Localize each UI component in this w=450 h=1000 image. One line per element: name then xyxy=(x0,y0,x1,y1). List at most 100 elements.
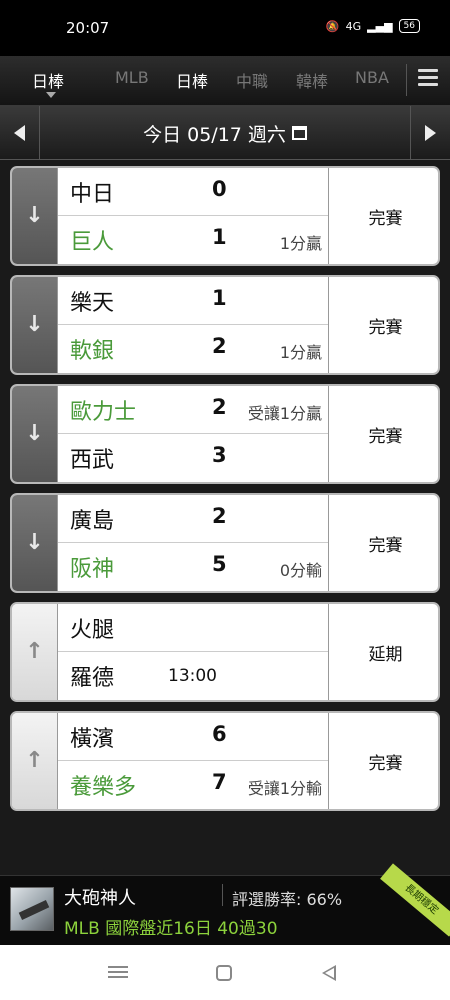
team-result: 1分贏 xyxy=(279,234,322,253)
next-day-button[interactable] xyxy=(410,106,450,160)
calendar-icon xyxy=(291,126,307,140)
team-name: 軟銀 xyxy=(70,339,115,364)
signal-icon: ▂▄▆ xyxy=(367,19,393,33)
team-name: 阪神 xyxy=(70,557,115,582)
home-team-row: 羅德 13:00 xyxy=(58,652,328,700)
away-team-row: 火腿 xyxy=(58,604,328,652)
arrow-up-icon: ↑ xyxy=(25,748,44,773)
team-result: 0分輸 xyxy=(279,561,322,580)
away-team-row: 中日 0 xyxy=(58,168,328,216)
divider xyxy=(406,64,407,96)
arrow-left-icon xyxy=(14,125,25,141)
team-score: 1 xyxy=(212,286,227,310)
expert-name: 大砲神人 xyxy=(64,888,136,909)
status-bar: 20:07 🔕 4G ▂▄▆ 56 xyxy=(0,0,450,56)
team-score: 6 xyxy=(212,722,227,746)
tab-league-5[interactable]: NBA xyxy=(355,68,389,87)
expert-record: MLB 國際盤近16日 40過30 xyxy=(64,919,278,939)
team-score: 2 xyxy=(212,334,227,358)
date-bar: 今日 05/17 週六 xyxy=(0,106,450,160)
arrow-down-icon: ↓ xyxy=(25,312,44,337)
avatar xyxy=(10,887,54,931)
expand-toggle[interactable]: ↑ xyxy=(12,604,58,700)
game-card[interactable]: ↓ 廣島 2 阪神 5 0分輸 完賽 xyxy=(10,493,440,593)
home-team-row: 巨人 1 1分贏 xyxy=(58,216,328,264)
date-selector[interactable]: 今日 05/17 週六 xyxy=(40,106,410,160)
tab-league-3[interactable]: 中職 xyxy=(236,68,268,92)
divider xyxy=(222,884,223,906)
team-name: 火腿 xyxy=(70,618,115,643)
expand-toggle[interactable]: ↓ xyxy=(12,168,58,264)
team-name: 中日 xyxy=(70,182,115,207)
game-status: 完賽 xyxy=(328,386,438,482)
battery-icon: 56 xyxy=(398,19,420,33)
arrow-down-icon: ↓ xyxy=(25,530,44,555)
recent-apps-button[interactable] xyxy=(108,963,128,983)
network-icon: 4G xyxy=(345,19,362,33)
tab-league-4[interactable]: 韓棒 xyxy=(296,68,328,92)
league-tab-bar: 日棒 MLB 日棒 中職 韓棒 NBA xyxy=(0,56,450,106)
team-name: 廣島 xyxy=(70,509,115,534)
game-card[interactable]: ↓ 中日 0 巨人 1 1分贏 完賽 xyxy=(10,166,440,266)
expert-banner[interactable]: 大砲神人 評選勝率: 66% MLB 國際盤近16日 40過30 長期穩定 xyxy=(0,863,450,945)
team-result: 受讓1分輸 xyxy=(247,779,322,798)
team-name: 巨人 xyxy=(70,230,115,255)
ribbon-badge: 長期穩定 xyxy=(380,863,450,937)
team-score: 5 xyxy=(212,552,227,576)
home-team-row: 養樂多 7 受讓1分輸 xyxy=(58,761,328,809)
game-card[interactable]: ↓ 樂天 1 軟銀 2 1分贏 完賽 xyxy=(10,275,440,375)
team-score: 3 xyxy=(212,443,227,467)
expand-toggle[interactable]: ↓ xyxy=(12,386,58,482)
expand-toggle[interactable]: ↑ xyxy=(12,713,58,809)
away-team-row: 歐力士 2 受讓1分贏 xyxy=(58,386,328,434)
home-team-row: 軟銀 2 1分贏 xyxy=(58,325,328,373)
game-time: 13:00 xyxy=(168,666,217,686)
arrow-down-icon: ↓ xyxy=(25,421,44,446)
tab-league-1[interactable]: MLB xyxy=(115,68,149,87)
team-name: 西武 xyxy=(70,448,115,473)
game-status: 完賽 xyxy=(328,277,438,373)
home-team-row: 西武 3 xyxy=(58,434,328,482)
expand-toggle[interactable]: ↓ xyxy=(12,277,58,373)
tab-league-0[interactable]: 日棒 xyxy=(32,68,64,92)
home-team-row: 阪神 5 0分輸 xyxy=(58,543,328,591)
team-name: 歐力士 xyxy=(70,400,137,425)
prev-day-button[interactable] xyxy=(0,106,40,160)
game-status: 完賽 xyxy=(328,713,438,809)
game-card[interactable]: ↑ 橫濱 6 養樂多 7 受讓1分輸 完賽 xyxy=(10,711,440,811)
arrow-down-icon: ↓ xyxy=(25,203,44,228)
away-team-row: 樂天 1 xyxy=(58,277,328,325)
game-status: 完賽 xyxy=(328,495,438,591)
back-button[interactable] xyxy=(322,965,336,981)
team-name: 樂天 xyxy=(70,291,115,316)
home-button[interactable] xyxy=(216,965,232,981)
away-team-row: 橫濱 6 xyxy=(58,713,328,761)
away-team-row: 廣島 2 xyxy=(58,495,328,543)
system-nav-bar xyxy=(0,945,450,1000)
team-score: 2 xyxy=(212,395,227,419)
status-icons: 🔕 4G ▂▄▆ 56 xyxy=(326,19,420,33)
expert-win-rate: 評選勝率: 66% xyxy=(232,890,343,909)
game-list: ↓ 中日 0 巨人 1 1分贏 完賽 ↓ 樂天 1 軟銀 2 1分贏 完賽 ↓ xyxy=(0,160,450,875)
team-score: 2 xyxy=(212,504,227,528)
team-result: 受讓1分贏 xyxy=(247,404,322,423)
team-result: 1分贏 xyxy=(279,343,322,362)
tab-league-2[interactable]: 日棒 xyxy=(176,68,208,92)
date-label: 今日 05/17 週六 xyxy=(143,123,286,146)
mute-icon: 🔕 xyxy=(325,19,340,33)
expand-toggle[interactable]: ↓ xyxy=(12,495,58,591)
team-name: 橫濱 xyxy=(70,727,115,752)
arrow-right-icon xyxy=(425,125,436,141)
game-card[interactable]: ↑ 火腿 羅德 13:00 延期 xyxy=(10,602,440,702)
team-score: 1 xyxy=(212,225,227,249)
status-time: 20:07 xyxy=(66,19,110,37)
menu-icon[interactable] xyxy=(418,69,438,91)
chevron-down-icon xyxy=(46,92,56,98)
game-card[interactable]: ↓ 歐力士 2 受讓1分贏 西武 3 完賽 xyxy=(10,384,440,484)
team-name: 養樂多 xyxy=(70,775,137,800)
game-status: 完賽 xyxy=(328,168,438,264)
team-score: 7 xyxy=(212,770,227,794)
team-name: 羅德 xyxy=(70,666,115,691)
team-score: 0 xyxy=(212,177,227,201)
game-status: 延期 xyxy=(328,604,438,700)
